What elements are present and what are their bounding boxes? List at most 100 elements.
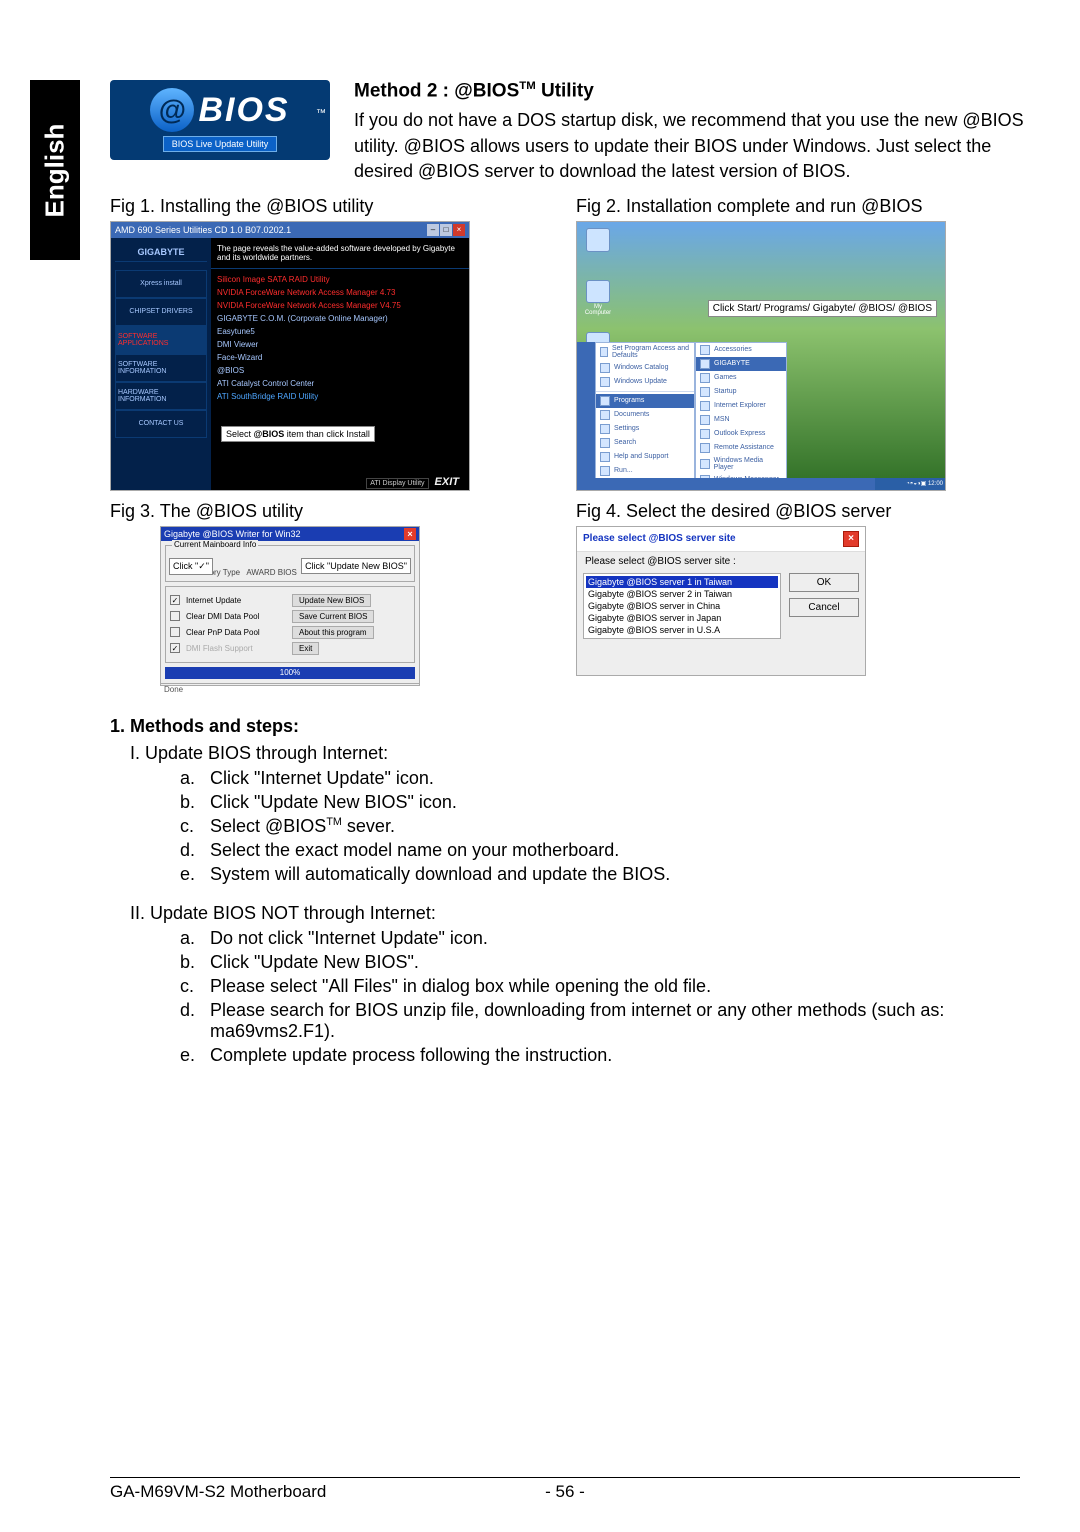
programs-menu-item[interactable]: Remote Assistance — [696, 441, 786, 455]
fig1-software-item[interactable]: Easytune5 — [217, 325, 463, 338]
sub-heading-2: II. Update BIOS NOT through Internet: — [130, 903, 1030, 924]
fig1-adu: ATI Display Utility — [366, 478, 428, 489]
action-button[interactable]: Save Current BIOS — [292, 610, 374, 623]
sub-heading-1: I. Update BIOS through Internet: — [130, 743, 1030, 764]
maximize-icon[interactable]: □ — [440, 224, 452, 236]
server-option[interactable]: Gigabyte @BIOS server 2 in Taiwan — [586, 588, 778, 600]
fig3-window-title: Gigabyte @BIOS Writer for Win32 — [164, 529, 301, 539]
programs-menu-item[interactable]: Internet Explorer — [696, 399, 786, 413]
fig1-nav-item[interactable]: CHIPSET DRIVERS — [115, 298, 207, 326]
fig1-nav-item[interactable]: Xpress install — [115, 270, 207, 298]
fig3-status: Done — [161, 683, 419, 695]
step-item: c.Please select "All Files" in dialog bo… — [180, 976, 1030, 997]
option-label: Internet Update — [186, 596, 286, 605]
start-menu[interactable]: Set Program Access and DefaultsWindows C… — [595, 342, 695, 482]
checkbox[interactable] — [170, 627, 180, 637]
start-menu-item[interactable]: Search — [596, 436, 694, 450]
start-menu-item[interactable]: Documents — [596, 408, 694, 422]
programs-menu-item[interactable]: Games — [696, 371, 786, 385]
page-footer: GA-M69VM-S2 Motherboard - 56 - — [110, 1477, 1020, 1502]
programs-menu-item[interactable]: MSN — [696, 413, 786, 427]
step-item: e.System will automatically download and… — [180, 864, 1030, 885]
start-menu-item[interactable]: Settings — [596, 422, 694, 436]
start-menu-item[interactable] — [596, 391, 694, 392]
fig3-caption: Fig 3. The @BIOS utility — [110, 501, 564, 522]
fig3-option-row: Clear PnP Data Pool About this program — [170, 626, 410, 639]
option-label: Clear DMI Data Pool — [186, 612, 286, 621]
footer-page: - 56 - — [545, 1482, 585, 1502]
close-icon[interactable]: × — [404, 528, 416, 540]
programs-menu-item[interactable]: Startup — [696, 385, 786, 399]
step-item: d.Please search for BIOS unzip file, dow… — [180, 1000, 1030, 1042]
step-item: b.Click "Update New BIOS". — [180, 952, 1030, 973]
fig3-image: Gigabyte @BIOS Writer for Win32 × Click … — [160, 526, 420, 686]
fig3-option-row: ✓ DMI Flash Support Exit — [170, 642, 410, 655]
fig1-nav-item[interactable]: SOFTWARE APPLICATIONS — [115, 326, 207, 354]
system-tray[interactable]: ◔◓◒◑▣ 12:00 — [875, 478, 945, 490]
server-list[interactable]: Gigabyte @BIOS server 1 in TaiwanGigabyt… — [583, 573, 781, 639]
fig4-image: Please select @BIOS server site × Please… — [576, 526, 866, 676]
option-label: DMI Flash Support — [186, 644, 286, 653]
server-option[interactable]: Gigabyte @BIOS server in China — [586, 600, 778, 612]
fig1-software-item[interactable]: DMI Viewer — [217, 338, 463, 351]
action-button[interactable]: About this program — [292, 626, 374, 639]
fig1-description: The page reveals the value-added softwar… — [211, 238, 469, 269]
step-item: b.Click "Update New BIOS" icon. — [180, 792, 1030, 813]
fig3-callout-update: Click "Update New BIOS" — [301, 558, 411, 574]
action-button[interactable]: Exit — [292, 642, 319, 655]
fig2-image: My ComputerMy Network PlacesRecycle Bin … — [576, 221, 946, 491]
method-title: Method 2 : @BIOSTM Utility — [354, 80, 1030, 102]
logo-subtitle: BIOS Live Update Utility — [163, 136, 278, 152]
fig1-software-item[interactable]: ATI Catalyst Control Center — [217, 377, 463, 390]
ok-button[interactable]: OK — [789, 573, 859, 592]
fig1-window-title: AMD 690 Series Utilities CD 1.0 B07.0202… — [115, 225, 291, 235]
logo-letters: BIOS — [198, 91, 289, 130]
methods-heading: 1. Methods and steps: — [110, 716, 1030, 737]
logo-at-symbol: @ — [150, 88, 194, 132]
server-option[interactable]: Gigabyte @BIOS server in U.S.A — [586, 624, 778, 636]
start-menu-item[interactable]: Programs — [596, 394, 694, 408]
fig4-prompt: Please select @BIOS server site : — [577, 552, 865, 567]
cancel-button[interactable]: Cancel — [789, 598, 859, 617]
checkbox[interactable]: ✓ — [170, 643, 180, 653]
fig1-software-item[interactable]: GIGABYTE C.O.M. (Corporate Online Manage… — [217, 312, 463, 325]
fig1-software-item[interactable]: NVIDIA ForceWare Network Access Manager … — [217, 286, 463, 299]
fig1-software-item[interactable]: @BIOS — [217, 364, 463, 377]
close-icon[interactable]: × — [843, 531, 859, 547]
step-item: d.Select the exact model name on your mo… — [180, 840, 1030, 861]
fig1-nav-item[interactable]: SOFTWARE INFORMATION — [115, 354, 207, 382]
fig1-software-item[interactable]: NVIDIA ForceWare Network Access Manager … — [217, 299, 463, 312]
option-label: Clear PnP Data Pool — [186, 628, 286, 637]
close-icon[interactable]: × — [453, 224, 465, 236]
checkbox[interactable]: ✓ — [170, 595, 180, 605]
fig1-software-item[interactable]: Face-Wizard — [217, 351, 463, 364]
fig1-nav-item[interactable]: CONTACT US — [115, 410, 207, 438]
server-option[interactable]: Gigabyte @BIOS server in Japan — [586, 612, 778, 624]
server-option[interactable]: Gigabyte @BIOS server 1 in Taiwan — [586, 576, 778, 588]
fig1-software-item[interactable]: Silicon Image SATA RAID Utility — [217, 273, 463, 286]
start-menu-item[interactable]: Windows Update — [596, 375, 694, 389]
fig1-nav-item[interactable]: HARDWARE INFORMATION — [115, 382, 207, 410]
desktop-icon[interactable]: My Computer — [583, 280, 613, 316]
fig1-software-item[interactable]: ATI SouthBridge RAID Utility — [217, 390, 463, 403]
programs-submenu[interactable]: AccessoriesGIGABYTEGamesStartupInternet … — [695, 342, 787, 482]
start-menu-item[interactable]: Windows Catalog — [596, 361, 694, 375]
step-item: c.Select @BIOSTM sever. — [180, 816, 1030, 837]
start-menu-item[interactable]: Help and Support — [596, 450, 694, 464]
footer-model: GA-M69VM-S2 Motherboard — [110, 1482, 326, 1502]
method-body: If you do not have a DOS startup disk, w… — [354, 108, 1030, 184]
fig1-callout: Select @BIOS item than click Install — [221, 426, 375, 442]
fig3-legend: Current Mainboard Info — [172, 540, 258, 549]
programs-menu-item[interactable]: GIGABYTE — [696, 357, 786, 371]
programs-menu-item[interactable]: Windows Media Player — [696, 455, 786, 473]
minimize-icon[interactable]: – — [427, 224, 439, 236]
action-button[interactable]: Update New BIOS — [292, 594, 371, 607]
fig1-exit[interactable]: EXIT — [435, 476, 459, 488]
checkbox[interactable] — [170, 611, 180, 621]
fig3-option-row: Clear DMI Data Pool Save Current BIOS — [170, 610, 410, 623]
fig4-caption: Fig 4. Select the desired @BIOS server — [576, 501, 1030, 522]
desktop-icon[interactable] — [583, 228, 613, 264]
programs-menu-item[interactable]: Accessories — [696, 343, 786, 357]
programs-menu-item[interactable]: Outlook Express — [696, 427, 786, 441]
start-menu-item[interactable]: Run... — [596, 464, 694, 478]
